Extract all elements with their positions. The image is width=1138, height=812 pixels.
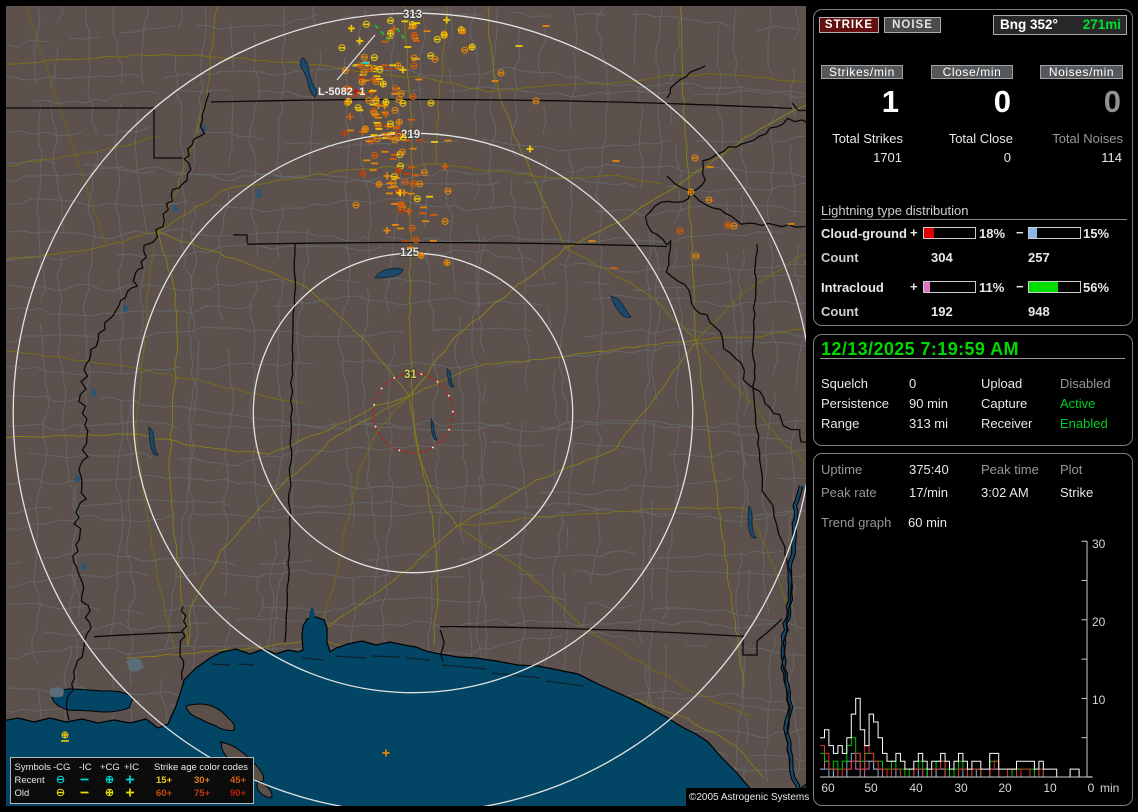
svg-text:90+: 90+ xyxy=(230,788,247,799)
svg-text:+CG: +CG xyxy=(100,762,120,773)
svg-text:30: 30 xyxy=(954,781,968,795)
svg-text:min: min xyxy=(1100,781,1119,795)
svg-text:20: 20 xyxy=(998,781,1012,795)
svg-text:45+: 45+ xyxy=(230,775,247,786)
svg-text:60: 60 xyxy=(821,781,835,795)
svg-text:+IC: +IC xyxy=(124,762,139,773)
svg-text:60+: 60+ xyxy=(156,788,173,799)
svg-text:Symbols: Symbols xyxy=(15,762,52,773)
svg-text:-CG: -CG xyxy=(53,762,70,773)
svg-text:Old: Old xyxy=(15,788,30,799)
svg-text:15+: 15+ xyxy=(156,775,173,786)
svg-text:10: 10 xyxy=(1043,781,1057,795)
svg-text:Recent: Recent xyxy=(15,775,45,786)
svg-text:75+: 75+ xyxy=(194,788,211,799)
svg-text:30: 30 xyxy=(1092,537,1106,551)
svg-text:Strike age color codes: Strike age color codes xyxy=(154,762,248,773)
svg-text:30+: 30+ xyxy=(194,775,211,786)
svg-text:20: 20 xyxy=(1092,615,1106,629)
svg-text:50: 50 xyxy=(864,781,878,795)
svg-text:-IC: -IC xyxy=(79,762,92,773)
svg-text:10: 10 xyxy=(1092,693,1106,707)
svg-text:40: 40 xyxy=(909,781,923,795)
svg-text:0: 0 xyxy=(1088,781,1095,795)
